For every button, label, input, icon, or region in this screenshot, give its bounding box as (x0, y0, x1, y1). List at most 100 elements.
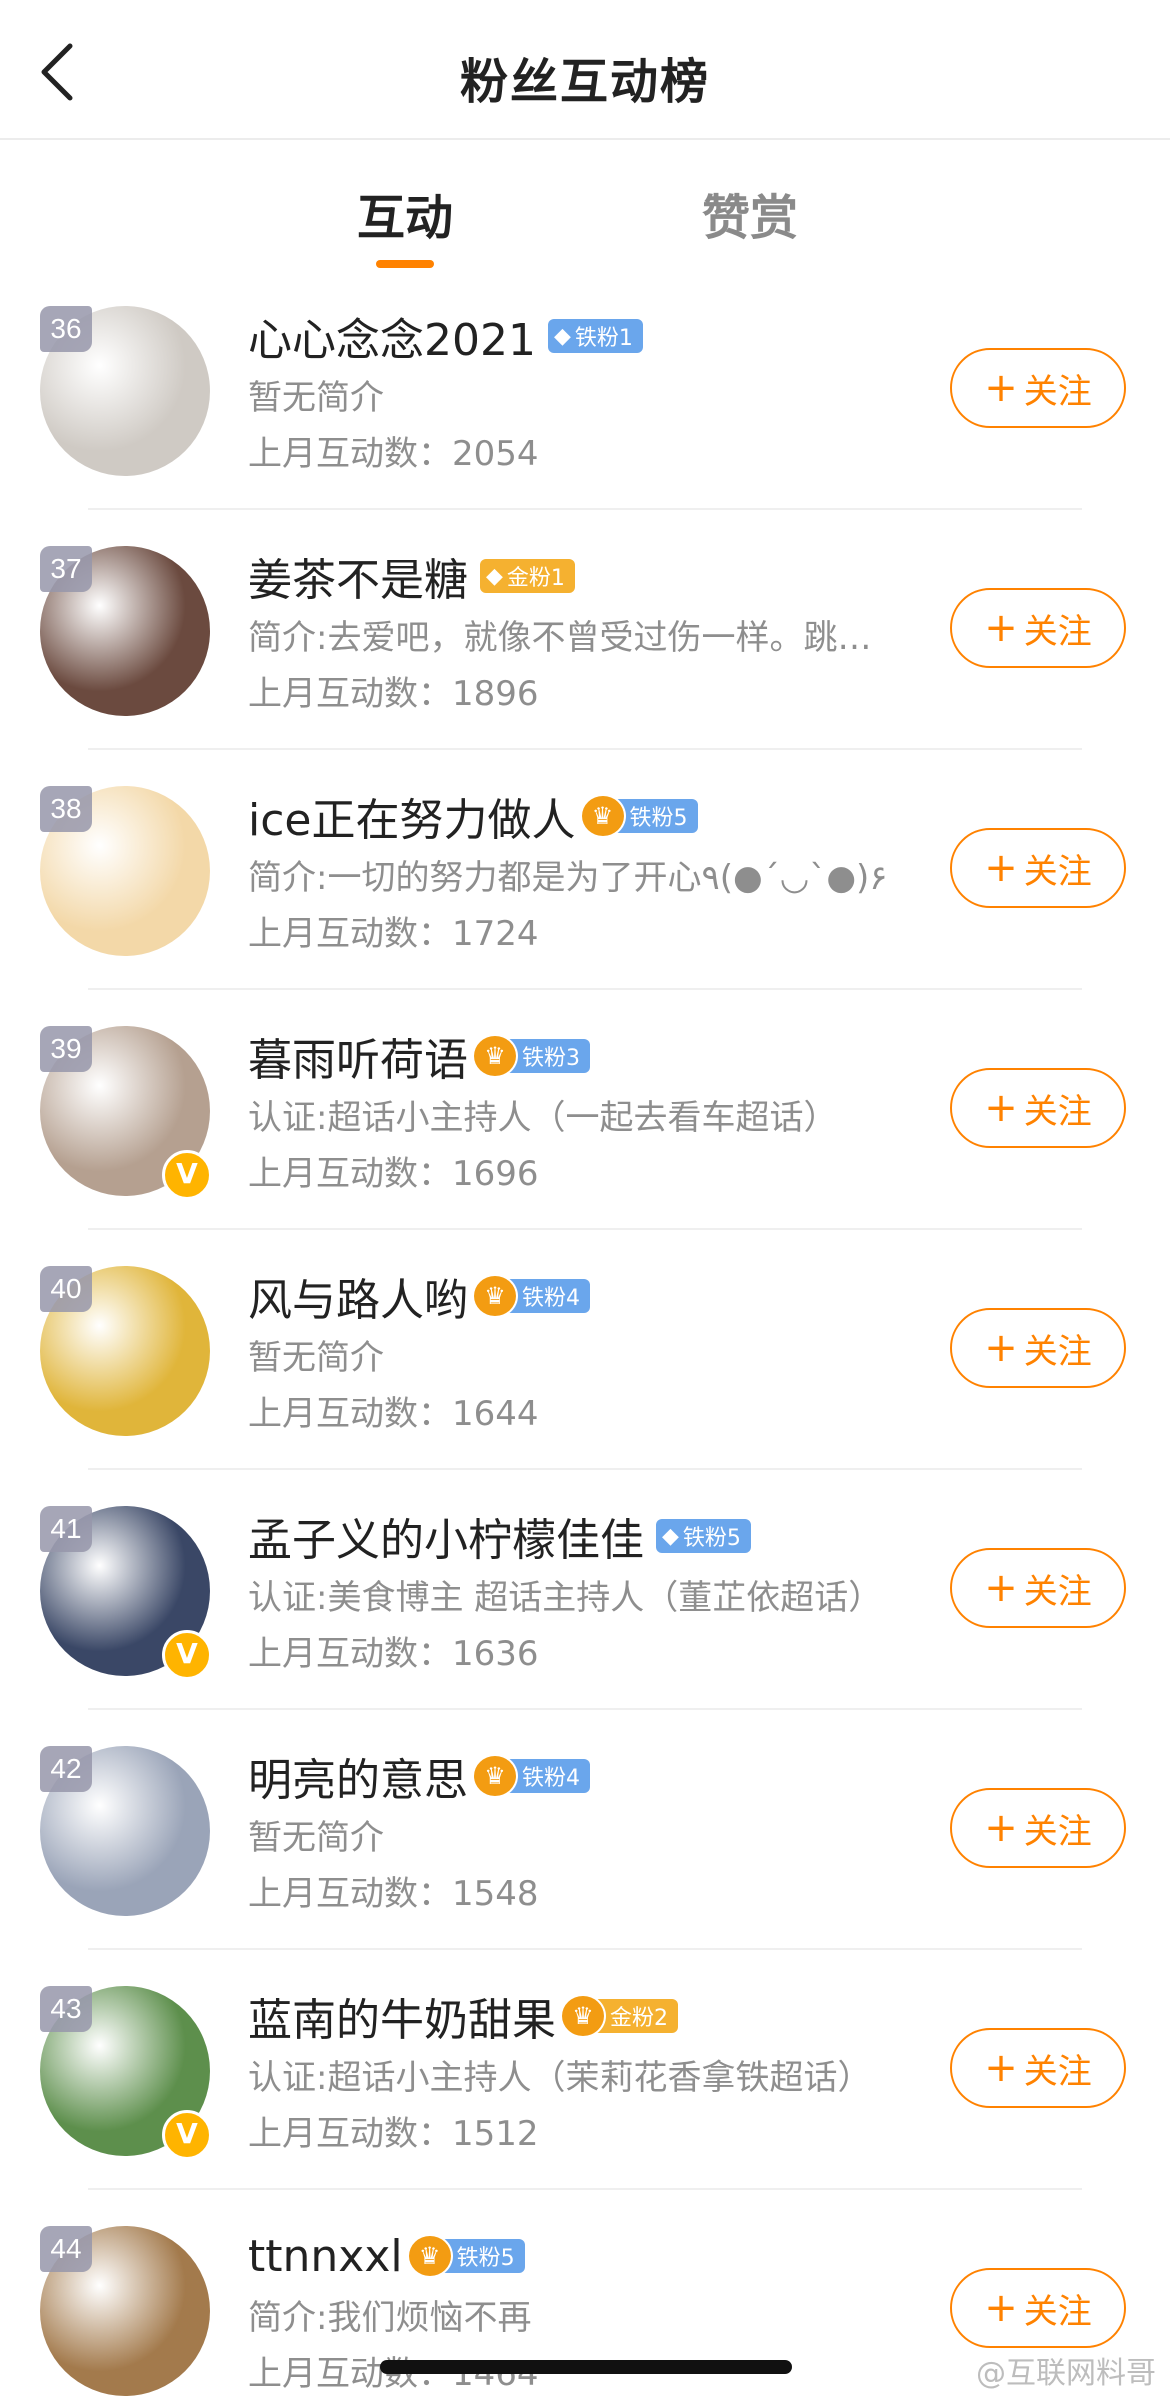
user-name[interactable]: 心心念念2021 (248, 304, 536, 368)
user-name[interactable]: 蓝南的牛奶甜果 (248, 1984, 556, 2048)
rank-badge: 37 (40, 546, 92, 592)
user-name[interactable]: 风与路人哟 (248, 1264, 468, 1328)
plus-icon: + (984, 845, 1018, 891)
plus-icon: + (984, 1085, 1018, 1131)
follow-label: 关注 (1023, 1571, 1092, 1612)
plus-icon: + (984, 365, 1018, 411)
interaction-count: 上月互动数：1724 (248, 914, 539, 954)
crown-icon: ♛ (406, 2234, 453, 2278)
user-name[interactable]: 姜茶不是糖 (248, 544, 468, 608)
follow-button[interactable]: + 关注 (950, 2268, 1126, 2348)
interaction-count: 上月互动数：1696 (248, 1154, 539, 1194)
list-item[interactable]: 36 心心念念2021 ◆ 铁粉1 暂无简介 上月互动数：2054 + 关注 (0, 270, 1170, 510)
follow-label: 关注 (1023, 611, 1092, 652)
crown-icon: ♛ (472, 1034, 518, 1078)
plus-icon: + (984, 2045, 1018, 2091)
user-name[interactable]: ice正在努力做人 (248, 784, 576, 848)
follow-button[interactable]: + 关注 (950, 348, 1126, 428)
follow-button[interactable]: + 关注 (950, 588, 1126, 668)
user-intro: 暂无简介 (248, 1338, 384, 1378)
follow-button[interactable]: + 关注 (950, 1308, 1126, 1388)
page: 粉丝互动榜 互动 赞赏 36 心心念念2021 ◆ 铁粉1 暂无简介 上月互动数：… (0, 0, 1170, 2399)
list-item[interactable]: 43 V 蓝南的牛奶甜果 ♛ 金粉2 认证:超话小主持人（茉莉花香拿铁超话） 上月… (0, 1950, 1170, 2190)
fan-badge: ◆ 金粉1 (480, 559, 575, 593)
user-intro: 暂无简介 (248, 1818, 384, 1858)
interaction-count: 上月互动数：1636 (248, 1634, 539, 1674)
name-line: 明亮的意思 ♛ 铁粉4 (248, 1746, 590, 1806)
follow-label: 关注 (1023, 1091, 1092, 1132)
fan-badge: ♛ 铁粉5 (579, 794, 698, 838)
badge-label: 铁粉3 (522, 1046, 580, 1071)
rank-badge: 42 (40, 1746, 92, 1792)
badge-label: 铁粉1 (574, 326, 633, 351)
user-intro: 暂无简介 (248, 378, 384, 418)
verified-icon: V (162, 2110, 212, 2160)
diamond-icon: ◆ (662, 1523, 679, 1549)
interaction-count: 上月互动数：1896 (248, 674, 539, 714)
name-line: 风与路人哟 ♛ 铁粉4 (248, 1266, 590, 1326)
user-intro: 简介:一切的努力都是为了开心٩(●´◡`●)۶ (248, 858, 888, 898)
list-item[interactable]: 38 ice正在努力做人 ♛ 铁粉5 简介:一切的努力都是为了开心٩(●´◡`●)… (0, 750, 1170, 990)
follow-button[interactable]: + 关注 (950, 1788, 1126, 1868)
user-name[interactable]: 孟子义的小柠檬佳佳 (248, 1504, 644, 1568)
list-item[interactable]: 37 姜茶不是糖 ◆ 金粉1 简介:去爱吧，就像不曾受过伤一样。跳… 上月互动数：… (0, 510, 1170, 750)
user-intro: 认证:超话小主持人（茉莉花香拿铁超话） (248, 2058, 872, 2098)
list-item[interactable]: 41 V 孟子义的小柠檬佳佳 ◆ 铁粉5 认证:美食博主 超话主持人（董芷依超话）… (0, 1470, 1170, 1710)
fan-badge: ♛ 铁粉5 (406, 2234, 525, 2278)
user-name[interactable]: ttnnxxl (248, 2231, 403, 2282)
fan-list: 36 心心念念2021 ◆ 铁粉1 暂无简介 上月互动数：2054 + 关注 37… (0, 270, 1170, 2399)
crown-icon: ♛ (560, 1994, 606, 2038)
user-intro: 简介:去爱吧，就像不曾受过伤一样。跳… (248, 618, 872, 658)
rank-badge: 38 (40, 786, 92, 832)
page-title: 粉丝互动榜 (459, 54, 710, 110)
diamond-icon: ◆ (553, 323, 571, 349)
follow-button[interactable]: + 关注 (950, 828, 1126, 908)
badge-label: 铁粉5 (456, 2246, 515, 2271)
crown-icon: ♛ (579, 794, 626, 838)
gold-gem-icon: ◆ (486, 563, 503, 589)
active-tab-indicator (376, 260, 434, 268)
rank-badge: 43 (40, 1986, 92, 2032)
follow-button[interactable]: + 关注 (950, 1068, 1126, 1148)
name-line: 孟子义的小柠檬佳佳 ◆ 铁粉5 (248, 1506, 751, 1566)
list-item[interactable]: 40 风与路人哟 ♛ 铁粉4 暂无简介 上月互动数：1644 + 关注 (0, 1230, 1170, 1470)
rank-badge: 41 (40, 1506, 92, 1552)
name-line: ice正在努力做人 ♛ 铁粉5 (248, 786, 698, 846)
rank-badge: 36 (40, 306, 92, 352)
verified-icon: V (162, 1630, 212, 1680)
fan-badge: ♛ 铁粉4 (472, 1274, 590, 1318)
follow-button[interactable]: + 关注 (950, 2028, 1126, 2108)
header: 粉丝互动榜 (0, 0, 1170, 140)
badge-label: 金粉2 (610, 2006, 668, 2031)
follow-label: 关注 (1023, 1331, 1092, 1372)
plus-icon: + (984, 1565, 1018, 1611)
name-line: 暮雨听荷语 ♛ 铁粉3 (248, 1026, 590, 1086)
badge-label: 铁粉4 (522, 1286, 580, 1311)
user-intro: 简介:我们烦恼不再 (248, 2298, 532, 2338)
fan-badge: ♛ 铁粉3 (472, 1034, 590, 1078)
follow-label: 关注 (1023, 2291, 1092, 2332)
follow-button[interactable]: + 关注 (950, 1548, 1126, 1628)
tab-reward[interactable]: 赞赏 (650, 178, 850, 248)
list-item[interactable]: 42 明亮的意思 ♛ 铁粉4 暂无简介 上月互动数：1548 + 关注 (0, 1710, 1170, 1950)
fan-badge: ◆ 铁粉5 (656, 1519, 751, 1553)
follow-label: 关注 (1023, 1811, 1092, 1852)
follow-label: 关注 (1023, 851, 1092, 892)
fan-badge: ♛ 铁粉4 (472, 1754, 590, 1798)
rank-badge: 39 (40, 1026, 92, 1072)
badge-label: 铁粉5 (629, 806, 688, 831)
name-line: 姜茶不是糖 ◆ 金粉1 (248, 546, 575, 606)
rank-badge: 40 (40, 1266, 92, 1312)
watermark: @互联网料哥 (976, 2356, 1156, 2391)
follow-label: 关注 (1023, 2051, 1092, 2092)
tab-interaction[interactable]: 互动 (305, 178, 505, 248)
interaction-count: 上月互动数：1512 (248, 2114, 539, 2154)
home-indicator (380, 2360, 792, 2374)
user-name[interactable]: 明亮的意思 (248, 1744, 468, 1808)
badge-label: 铁粉4 (522, 1766, 580, 1791)
name-line: 心心念念2021 ◆ 铁粉1 (248, 306, 643, 366)
list-item[interactable]: 39 V 暮雨听荷语 ♛ 铁粉3 认证:超话小主持人（一起去看车超话） 上月互动数… (0, 990, 1170, 1230)
rank-badge: 44 (40, 2226, 92, 2272)
user-name[interactable]: 暮雨听荷语 (248, 1024, 468, 1088)
verified-icon: V (162, 1150, 212, 1200)
